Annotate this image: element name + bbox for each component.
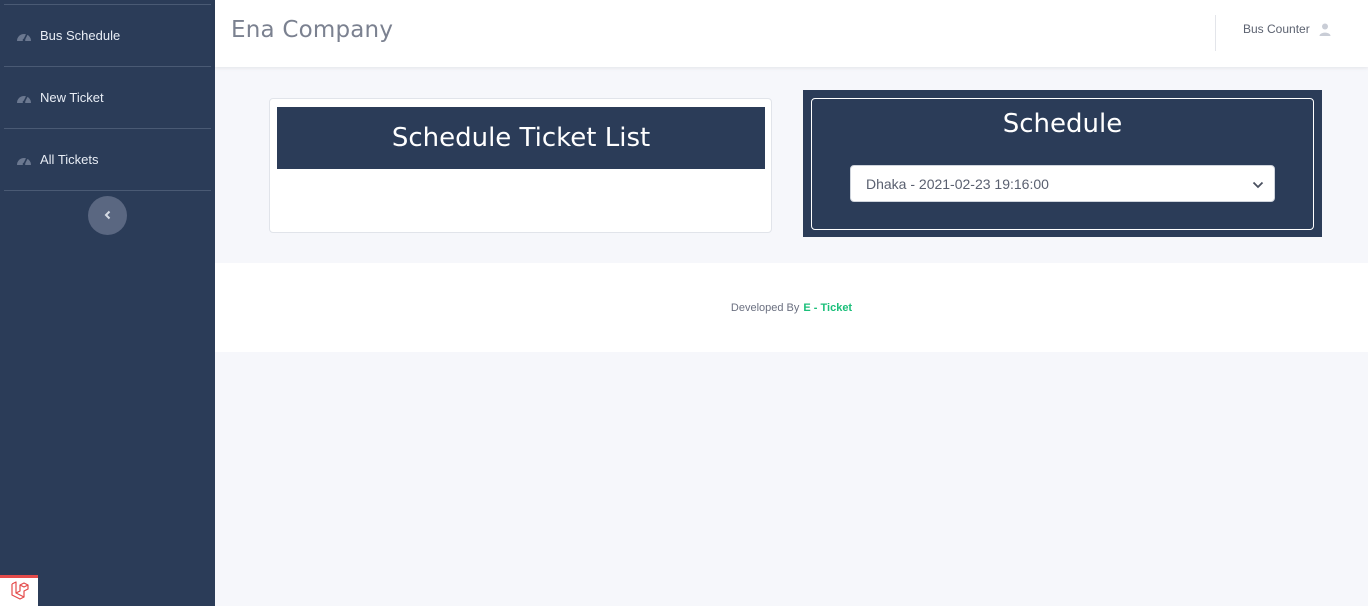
- user-icon: [1319, 23, 1331, 36]
- laravel-logo-icon: [9, 580, 29, 605]
- ticket-list-card: Schedule Ticket List: [269, 98, 772, 233]
- footer: Developed By E - Ticket: [215, 263, 1368, 352]
- sidebar-item-all-tickets[interactable]: All Tickets: [4, 129, 211, 191]
- sidebar-item-new-ticket[interactable]: New Ticket: [4, 67, 211, 129]
- chevron-left-icon: [103, 207, 113, 225]
- user-label: Bus Counter: [1243, 22, 1310, 36]
- dashboard-gauge-icon: [16, 30, 32, 42]
- ticket-list-title: Schedule Ticket List: [277, 107, 765, 169]
- top-header: Ena Company Bus Counter: [215, 0, 1368, 67]
- chevron-down-icon: [1252, 176, 1264, 192]
- user-menu[interactable]: Bus Counter: [1243, 22, 1331, 36]
- sidebar-item-label: New Ticket: [40, 90, 104, 105]
- footer-prefix: Developed By: [730, 301, 800, 314]
- schedule-select-value: Dhaka - 2021-02-23 19:16:00: [866, 175, 1049, 192]
- laravel-debug-badge[interactable]: [0, 575, 38, 606]
- schedule-card: Schedule Dhaka - 2021-02-23 19:16:00: [803, 90, 1322, 237]
- dashboard-gauge-icon: [16, 92, 32, 104]
- sidebar-item-bus-schedule[interactable]: Bus Schedule: [4, 5, 211, 67]
- brand-title: Ena Company: [231, 17, 394, 43]
- schedule-select[interactable]: Dhaka - 2021-02-23 19:16:00: [850, 165, 1275, 202]
- footer-brand-link[interactable]: E - Ticket: [803, 302, 852, 314]
- dashboard-gauge-icon: [16, 154, 32, 166]
- sidebar-collapse-button[interactable]: [88, 196, 127, 235]
- sidebar: Bus Schedule New Ticket All Tickets: [0, 0, 215, 606]
- sidebar-item-label: Bus Schedule: [40, 28, 121, 43]
- schedule-card-inner: Schedule Dhaka - 2021-02-23 19:16:00: [811, 98, 1314, 230]
- sidebar-item-label: All Tickets: [40, 152, 99, 167]
- header-divider: [1215, 15, 1216, 51]
- schedule-title: Schedule: [1002, 109, 1123, 139]
